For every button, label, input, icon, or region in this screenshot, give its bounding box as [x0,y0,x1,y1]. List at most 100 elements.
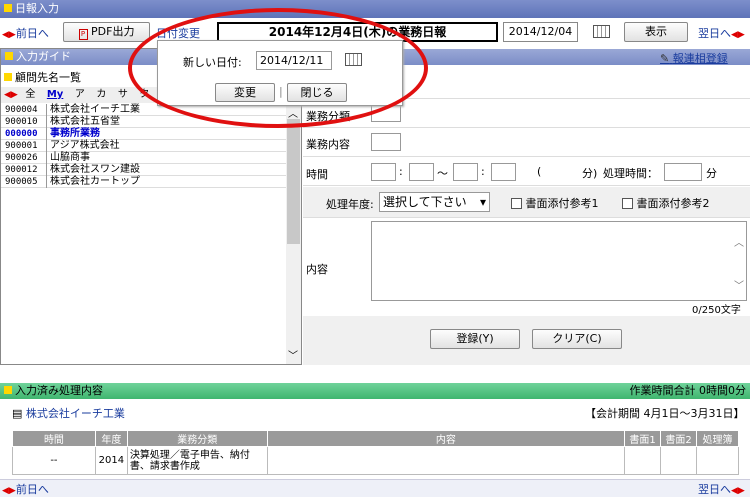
cell-time: -- [12,446,96,475]
attach-ref1-checkbox[interactable]: 書面添付参考1 [511,195,599,211]
textarea-scroll-up-icon[interactable]: ︿ [734,234,744,249]
window-titlebar: 日報入力 [0,0,750,18]
client-list-scrollbar[interactable]: ︿ ﹀ [286,104,301,364]
checkbox-icon [511,198,522,209]
processing-time-label: 処理時間： [603,167,658,180]
col-doc1: 書面1 [624,430,662,447]
list-item[interactable]: 900026 山脇商事 [1,152,286,164]
client-code: 900026 [1,152,47,164]
minutes-unit: 分) [582,167,598,180]
client-name: 事務所業務 [50,128,100,139]
client-code: 900001 [1,140,47,152]
document-icon: ▤ [12,407,23,420]
footer-next-arrow-icon: ◀▶ [731,486,745,496]
client-name: アジア株式会社 [50,140,120,151]
footer-prev-day-link[interactable]: ◀▶前日へ [2,481,49,497]
show-button[interactable]: 表示 [624,22,688,42]
tab-all[interactable]: 全 [21,87,39,103]
prev-arrow-icon: ◀▶ [2,30,16,40]
next-day-text[interactable]: 翌日へ [698,27,731,40]
start-hour-input[interactable] [371,163,396,181]
client-name: 山脇商事 [50,152,90,163]
input-guide-title: 入力ガイド [16,50,71,63]
footer-next-day-link[interactable]: 翌日へ◀▶ [698,481,745,497]
tab-arrow-icon: ◀▶ [4,90,18,100]
current-date-field[interactable]: 2014/12/04 [503,22,578,42]
work-time-total: 作業時間合計 0時間0分 [629,384,747,397]
client-list-title: 顧問先名一覧 [15,71,81,84]
work-content-input[interactable] [371,133,401,151]
time-tilde: 〜 [437,167,448,180]
cell-category: 決算処理／電子申告、納付書、請求書作成 [126,446,268,475]
content-label: 内容 [306,263,328,276]
col-category: 業務分類 [126,430,268,447]
cell-content [266,446,626,475]
attach-ref1-label: 書面添付参考1 [525,197,599,210]
highlight-ellipse [128,8,428,128]
pdf-output-label: PDF出力 [91,25,135,38]
cell-doc2 [660,446,697,475]
content-textarea[interactable]: ︿ ﹀ [371,221,747,301]
prev-day-link[interactable]: ◀▶前日へ [2,25,49,41]
time-label: 時間 [306,168,328,181]
char-count: 0/250文字 [692,305,741,316]
col-book: 処理簿 [696,430,739,447]
completed-title: 入力済み処理内容 [15,384,103,397]
list-item[interactable]: 900001 アジア株式会社 [1,140,286,152]
tab-ka[interactable]: カ [92,87,110,103]
tab-a[interactable]: ア [71,87,89,103]
tab-my[interactable]: My [43,87,67,103]
end-hour-input[interactable] [453,163,478,181]
completed-header: 入力済み処理内容 作業時間合計 0時間0分 [0,383,750,399]
cell-book [696,446,739,475]
guide-square-icon [5,52,13,60]
end-minute-input[interactable] [491,163,516,181]
client-name: 株式会社カートップ [50,176,140,187]
footer-prev-arrow-icon: ◀▶ [2,486,16,496]
fiscal-year-label: 処理年度: [326,198,374,211]
prev-day-text[interactable]: 前日へ [16,27,49,40]
start-minute-input[interactable] [409,163,434,181]
textarea-scroll-down-icon[interactable]: ﹀ [734,277,744,292]
company-row: ▤ 株式会社イーチ工業 [12,405,125,421]
client-name: 株式会社イーチ工業 [50,104,140,115]
table-header-row: 時間 年度 業務分類 内容 書面1 書面2 処理簿 [12,430,739,447]
completed-table: 時間 年度 業務分類 内容 書面1 書面2 処理簿 -- 2014 決算処理／電… [12,430,739,475]
client-code: 900012 [1,164,47,176]
attach-ref2-checkbox[interactable]: 書面添付参考2 [622,195,710,211]
window-title: 日報入力 [15,2,59,15]
table-row[interactable]: -- 2014 決算処理／電子申告、納付書、請求書作成 [12,446,739,475]
client-name: 株式会社スワン建設 [50,164,140,175]
time-colon: : [399,165,403,178]
col-year: 年度 [94,430,128,447]
client-list-title-row: 顧問先名一覧 [4,69,81,85]
tab-sa[interactable]: サ [114,87,132,103]
pdf-icon: P [78,29,88,40]
next-day-link[interactable]: 翌日へ◀▶ [698,25,745,41]
footer-prev-day-text[interactable]: 前日へ [16,483,49,496]
minutes-open: ( [537,165,542,178]
chevron-down-icon: ▾ [479,195,486,209]
quick-register-link[interactable]: ✎ 報連相登録 [660,50,728,66]
scroll-down-icon[interactable]: ﹀ [288,347,298,362]
action-row [303,316,750,365]
register-button[interactable]: 登録(Y) [430,329,520,349]
client-code: 000000 [1,128,47,140]
fiscal-year-select-value: 選択して下さい [383,195,467,209]
footer-bar [0,479,750,497]
footer-next-day-text[interactable]: 翌日へ [698,483,731,496]
list-item[interactable]: 900012 株式会社スワン建設 [1,164,286,176]
client-code: 900005 [1,176,47,188]
list-item-selected[interactable]: 000000 事務所業務 [1,128,286,140]
cell-doc1 [624,446,662,475]
title-square-icon [4,4,12,12]
calendar-icon[interactable] [593,25,610,41]
clear-button[interactable]: クリア(C) [532,329,622,349]
fiscal-year-select[interactable]: 選択して下さい ▾ [379,192,490,212]
list-item[interactable]: 900005 株式会社カートップ [1,176,286,188]
attach-ref2-label: 書面添付参考2 [636,197,710,210]
completed-company[interactable]: 株式会社イーチ工業 [26,407,125,420]
scrollbar-thumb[interactable] [287,119,300,244]
pdf-output-button[interactable]: P PDF出力 [63,22,150,42]
processing-time-input[interactable] [664,163,702,181]
